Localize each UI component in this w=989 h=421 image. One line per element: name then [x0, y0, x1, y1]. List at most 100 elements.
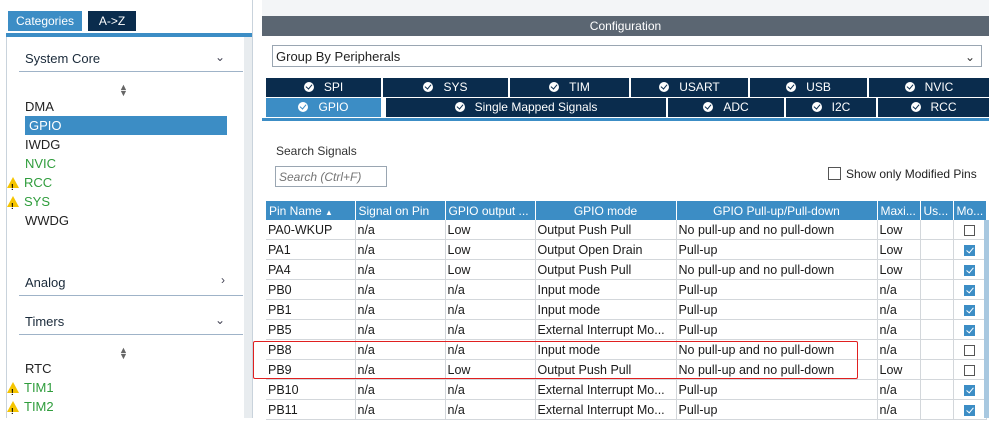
table-cell[interactable]: n/a: [445, 299, 536, 320]
modified-cell[interactable]: [953, 220, 987, 240]
table-cell[interactable]: PA4: [266, 259, 356, 280]
table-row[interactable]: PB0 n/a n/a Input mode Pull-up n/a: [266, 279, 987, 300]
modified-cell[interactable]: [953, 259, 987, 280]
table-cell[interactable]: n/a: [877, 319, 921, 340]
tab-usart[interactable]: USART: [631, 78, 748, 97]
table-cell[interactable]: n/a: [355, 299, 446, 320]
table-cell[interactable]: n/a: [877, 339, 921, 360]
table-cell[interactable]: n/a: [877, 279, 921, 300]
modified-cell[interactable]: [953, 379, 987, 400]
tab-i2c[interactable]: I2C: [786, 98, 876, 117]
table-cell[interactable]: PB1: [266, 299, 356, 320]
table-cell[interactable]: Output Push Pull: [535, 220, 677, 240]
chevron-down-icon[interactable]: ⌄: [215, 313, 225, 327]
table-cell[interactable]: Low: [445, 220, 536, 240]
modified-cell[interactable]: [953, 299, 987, 320]
table-row[interactable]: PB1 n/a n/a Input mode Pull-up n/a: [266, 299, 987, 320]
table-cell[interactable]: n/a: [877, 299, 921, 320]
tab-rcc[interactable]: RCC: [878, 98, 989, 117]
sidebar-item-rtc[interactable]: RTC: [25, 359, 51, 378]
modified-cell[interactable]: [953, 339, 987, 360]
table-cell[interactable]: PB5: [266, 319, 356, 340]
table-row[interactable]: PB11 n/a n/a External Interrupt Mo... Pull-u…: [266, 399, 987, 420]
table-cell[interactable]: Low: [877, 359, 921, 380]
col-gpio-mode[interactable]: GPIO mode: [535, 201, 677, 220]
modified-cell[interactable]: [953, 239, 987, 260]
sidebar-item-rcc[interactable]: RCC: [7, 173, 52, 197]
table-cell[interactable]: n/a: [445, 399, 536, 420]
table-cell[interactable]: PB11: [266, 399, 356, 420]
table-cell[interactable]: [920, 299, 954, 320]
chevron-down-icon[interactable]: ⌄: [215, 50, 225, 64]
left-scrollbar[interactable]: [244, 37, 252, 418]
table-cell[interactable]: Pull-up: [676, 239, 878, 260]
table-row[interactable]: PA0-WKUP n/a Low Output Push Pull No pull-up…: [266, 220, 987, 240]
table-cell[interactable]: [920, 279, 954, 300]
modified-cell[interactable]: [953, 279, 987, 300]
modified-cell[interactable]: [953, 359, 987, 380]
modified-cell[interactable]: [953, 399, 987, 420]
table-cell[interactable]: Pull-up: [676, 279, 878, 300]
table-cell[interactable]: n/a: [355, 319, 446, 340]
show-modified-checkbox[interactable]: Show only Modified Pins: [828, 167, 977, 181]
tab-categories[interactable]: Categories: [8, 11, 82, 31]
tab-adc[interactable]: ADC: [668, 98, 784, 117]
col-user-label[interactable]: Us...: [920, 201, 954, 220]
sort-arrows-icon[interactable]: ▲ ▼: [119, 83, 128, 98]
table-cell[interactable]: PA0-WKUP: [266, 220, 356, 240]
table-row[interactable]: PB10 n/a n/a External Interrupt Mo... Pull-u…: [266, 379, 987, 400]
sort-arrows-icon[interactable]: ▲ ▼: [119, 346, 128, 361]
table-cell[interactable]: [920, 359, 954, 380]
modified-checkbox[interactable]: [964, 364, 975, 376]
tab-spi[interactable]: SPI: [266, 78, 381, 97]
tab-single-mapped-signals[interactable]: Single Mapped Signals: [386, 98, 666, 117]
modified-checkbox[interactable]: [964, 264, 975, 276]
table-row[interactable]: PA1 n/a Low Output Open Drain Pull-up Low: [266, 239, 987, 260]
sidebar-item-nvic[interactable]: NVIC: [25, 154, 56, 173]
table-cell[interactable]: Low: [877, 259, 921, 280]
table-cell[interactable]: No pull-up and no pull-down: [676, 259, 878, 280]
tab-a-z[interactable]: A->Z: [88, 11, 136, 31]
tab-tim[interactable]: TIM: [510, 78, 629, 97]
col-pin-name[interactable]: Pin Name ▲: [266, 201, 356, 220]
table-cell[interactable]: n/a: [355, 279, 446, 300]
section-timers[interactable]: Timers: [25, 314, 64, 329]
table-cell[interactable]: PA1: [266, 239, 356, 260]
table-cell[interactable]: Pull-up: [676, 299, 878, 320]
table-cell[interactable]: [920, 399, 954, 420]
table-cell[interactable]: Output Push Pull: [535, 259, 677, 280]
table-cell[interactable]: n/a: [445, 279, 536, 300]
section-analog[interactable]: Analog: [25, 275, 65, 290]
col-max-speed[interactable]: Maxi...: [877, 201, 921, 220]
table-cell[interactable]: Low: [877, 239, 921, 260]
table-cell[interactable]: Pull-up: [676, 399, 878, 420]
table-cell[interactable]: n/a: [445, 319, 536, 340]
chevron-right-icon[interactable]: ›: [221, 273, 225, 287]
modified-checkbox[interactable]: [964, 304, 975, 316]
table-cell[interactable]: Pull-up: [676, 319, 878, 340]
tab-nvic[interactable]: NVIC: [869, 78, 989, 97]
table-cell[interactable]: Pull-up: [676, 379, 878, 400]
modified-checkbox[interactable]: [964, 244, 975, 256]
table-cell[interactable]: [920, 239, 954, 260]
table-cell[interactable]: [920, 339, 954, 360]
group-by-select[interactable]: Group By Peripherals ⌄: [272, 45, 982, 67]
sidebar-item-tim1[interactable]: TIM1: [7, 378, 54, 402]
col-modified[interactable]: Mo...: [953, 201, 987, 220]
table-cell[interactable]: n/a: [355, 259, 446, 280]
sidebar-item-sys[interactable]: SYS: [7, 192, 50, 216]
table-cell[interactable]: Input mode: [535, 299, 677, 320]
tab-usb[interactable]: USB: [750, 78, 867, 97]
modified-checkbox[interactable]: [964, 344, 975, 356]
modified-cell[interactable]: [953, 319, 987, 340]
table-cell[interactable]: Low: [445, 259, 536, 280]
table-row[interactable]: PB5 n/a n/a External Interrupt Mo... Pull-up…: [266, 319, 987, 340]
table-cell[interactable]: n/a: [355, 239, 446, 260]
table-cell[interactable]: No pull-up and no pull-down: [676, 220, 878, 240]
table-cell[interactable]: PB0: [266, 279, 356, 300]
tab-gpio[interactable]: GPIO: [266, 98, 381, 117]
modified-checkbox[interactable]: [964, 324, 975, 336]
table-cell[interactable]: External Interrupt Mo...: [535, 319, 677, 340]
table-row[interactable]: PA4 n/a Low Output Push Pull No pull-up and …: [266, 259, 987, 280]
modified-checkbox[interactable]: [964, 224, 975, 236]
